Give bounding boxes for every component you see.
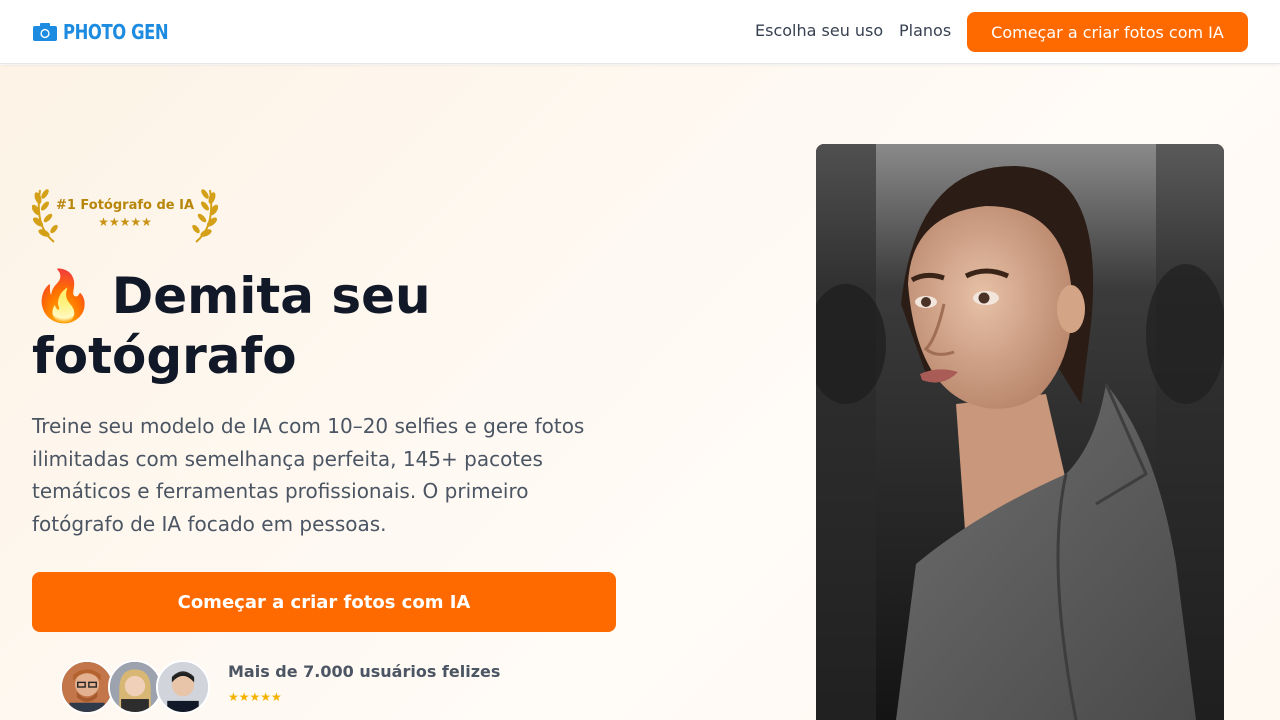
hero-headline: 🔥 Demita seu fotógrafo <box>32 266 592 386</box>
award-badge: #1 Fotógrafo de IA ★★★★★ <box>32 184 218 244</box>
camera-icon <box>33 23 57 41</box>
avatar <box>60 660 114 714</box>
hero-portrait-image <box>816 144 1224 720</box>
laurel-left-icon <box>32 189 58 243</box>
social-proof-title: Mais de 7.000 usuários felizes <box>228 662 501 681</box>
laurel-right-icon <box>192 189 218 243</box>
nav-link-choose-use[interactable]: Escolha seu uso <box>755 21 883 40</box>
avatar <box>108 660 162 714</box>
hero-subtext: Treine seu modelo de IA com 10–20 selfie… <box>32 414 585 536</box>
logo-text: PHOTO GEN <box>63 20 169 44</box>
fire-emoji: 🔥 <box>32 267 95 325</box>
site-header: PHOTO GEN Escolha seu uso Planos Começar… <box>0 0 1280 64</box>
hero-cta-button[interactable]: Começar a criar fotos com IA <box>32 572 616 632</box>
user-avatars <box>60 660 212 716</box>
header-cta-button[interactable]: Começar a criar fotos com IA <box>967 12 1248 52</box>
avatar <box>156 660 210 714</box>
nav-link-plans[interactable]: Planos <box>899 21 951 40</box>
social-proof-stars: ★★★★★ <box>228 690 282 704</box>
logo[interactable]: PHOTO GEN <box>33 20 191 44</box>
